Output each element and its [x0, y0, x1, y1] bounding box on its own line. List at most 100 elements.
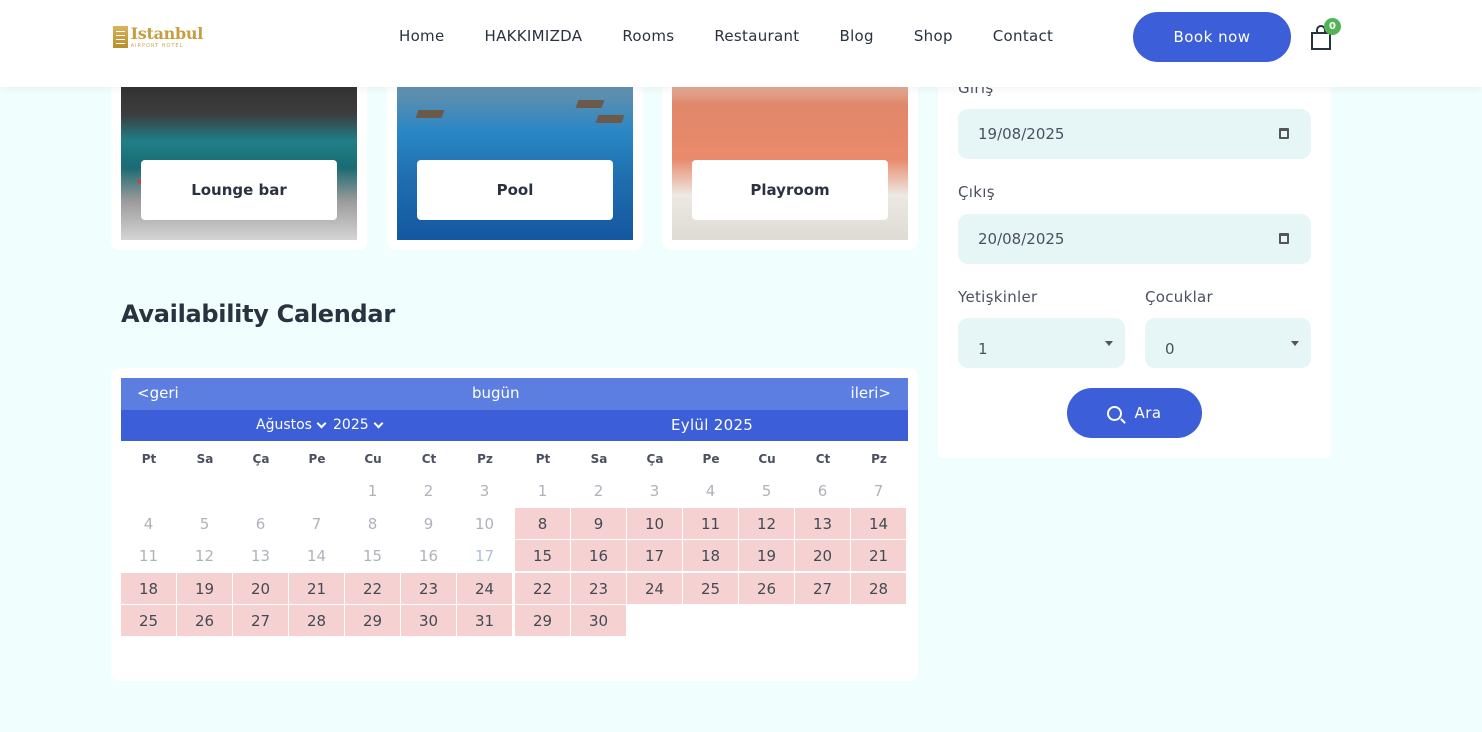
amenity-label: Pool [417, 160, 613, 220]
calendar-day[interactable]: 20 [795, 540, 850, 571]
calendar-day[interactable]: 27 [795, 573, 850, 604]
calendar-day[interactable]: 11 [121, 540, 176, 571]
calendar-day[interactable]: 23 [571, 573, 626, 604]
calendar-day[interactable]: 19 [177, 573, 232, 604]
calendar-day[interactable]: 2 [571, 475, 626, 506]
calendar-day[interactable]: 30 [401, 605, 456, 636]
calendar-day[interactable]: 13 [795, 508, 850, 539]
calendar-day[interactable]: 26 [177, 605, 232, 636]
calendar-day[interactable]: 7 [851, 475, 906, 506]
calendar-day[interactable]: 16 [401, 540, 456, 571]
calendar-month-bar: Ağustos 2025 Eylül 2025 [121, 410, 908, 441]
calendar-day[interactable]: 10 [627, 508, 682, 539]
calendar-day[interactable]: 22 [515, 573, 570, 604]
caret-down-icon [1291, 341, 1299, 346]
calendar-day[interactable]: 24 [457, 573, 512, 604]
calendar-next-link[interactable]: ileri> [851, 384, 891, 402]
hotel-logo[interactable]: Istanbul AIRPORT HOTEL [113, 25, 203, 49]
calendar-day[interactable]: 10 [457, 508, 512, 539]
calendar-day[interactable]: 27 [233, 605, 288, 636]
calendar-day[interactable]: 24 [627, 573, 682, 604]
calendar-day[interactable]: 6 [233, 508, 288, 539]
calendar-day[interactable]: 31 [457, 605, 512, 636]
checkin-value: 19/08/2025 [978, 125, 1065, 143]
calendar-day[interactable]: 18 [683, 540, 738, 571]
nav-about[interactable]: HAKKIMIZDA [485, 27, 583, 45]
calendar-day[interactable]: 21 [289, 573, 344, 604]
calendar-day[interactable]: 18 [121, 573, 176, 604]
weekday-header: Ça [252, 452, 270, 466]
amenity-card-lounge-bar[interactable]: Lounge bar [111, 60, 367, 250]
logo-subtitle: AIRPORT HOTEL [130, 42, 184, 49]
calendar-day[interactable]: 15 [515, 540, 570, 571]
checkout-label: Çıkış [958, 183, 995, 201]
book-now-button[interactable]: Book now [1133, 12, 1291, 62]
amenity-card-playroom[interactable]: Playroom [662, 60, 918, 250]
calendar-day[interactable]: 29 [515, 605, 570, 636]
calendar-day[interactable]: 17 [627, 540, 682, 571]
calendar-day[interactable]: 8 [345, 508, 400, 539]
calendar-day[interactable]: 5 [739, 475, 794, 506]
calendar-day[interactable]: 29 [345, 605, 400, 636]
nav-contact[interactable]: Contact [993, 27, 1053, 45]
calendar-day[interactable]: 25 [683, 573, 738, 604]
calendar-day[interactable]: 12 [739, 508, 794, 539]
children-select[interactable]: 0 [1145, 318, 1311, 368]
month-select[interactable]: Ağustos [256, 417, 327, 433]
calendar-day[interactable]: 2 [401, 475, 456, 506]
calendar-day[interactable]: 8 [515, 508, 570, 539]
calendar-day[interactable]: 12 [177, 540, 232, 571]
calendar-day[interactable]: 15 [345, 540, 400, 571]
checkout-date-field[interactable]: 20/08/2025 [958, 214, 1311, 264]
calendar-day[interactable]: 25 [121, 605, 176, 636]
calendar-day[interactable]: 9 [401, 508, 456, 539]
calendar-day[interactable]: 17 [457, 540, 512, 571]
nav-rooms[interactable]: Rooms [622, 27, 674, 45]
calendar-day[interactable]: 11 [683, 508, 738, 539]
calendar-day[interactable]: 3 [627, 475, 682, 506]
calendar-day[interactable]: 5 [177, 508, 232, 539]
amenity-label: Lounge bar [141, 160, 337, 220]
calendar-icon [1279, 128, 1289, 139]
calendar-day[interactable]: 4 [683, 475, 738, 506]
children-value: 0 [1165, 340, 1175, 358]
calendar-day[interactable]: 20 [233, 573, 288, 604]
nav-restaurant[interactable]: Restaurant [714, 27, 799, 45]
calendar-day[interactable]: 23 [401, 573, 456, 604]
checkin-date-field[interactable]: 19/08/2025 [958, 109, 1311, 159]
calendar-day[interactable]: 14 [289, 540, 344, 571]
calendar-day[interactable]: 13 [233, 540, 288, 571]
adults-select[interactable]: 1 [958, 318, 1125, 368]
calendar-day[interactable]: 6 [795, 475, 850, 506]
amenity-card-pool[interactable]: Pool [387, 60, 643, 250]
calendar-day[interactable]: 4 [121, 508, 176, 539]
nav-blog[interactable]: Blog [839, 27, 873, 45]
year-select[interactable]: 2025 [333, 417, 384, 433]
calendar-day[interactable]: 19 [739, 540, 794, 571]
weekday-header: Pe [308, 452, 326, 466]
search-button[interactable]: Ara [1067, 388, 1202, 438]
calendar-day[interactable]: 28 [289, 605, 344, 636]
weekday-header: Ça [646, 452, 664, 466]
adults-value: 1 [978, 340, 988, 358]
calendar-day[interactable]: 9 [571, 508, 626, 539]
calendar-day[interactable]: 3 [457, 475, 512, 506]
nav-home[interactable]: Home [399, 27, 445, 45]
calendar-day[interactable]: 7 [289, 508, 344, 539]
nav-shop[interactable]: Shop [914, 27, 953, 45]
calendar-day[interactable]: 22 [345, 573, 400, 604]
children-label: Çocuklar [1145, 288, 1214, 306]
calendar-day[interactable]: 1 [515, 475, 570, 506]
calendar-day[interactable]: 21 [851, 540, 906, 571]
calendar-day[interactable]: 1 [345, 475, 400, 506]
weekday-header: Cu [758, 452, 776, 466]
calendar-prev-link[interactable]: <geri [137, 384, 179, 402]
calendar-day[interactable]: 30 [571, 605, 626, 636]
logo-title: Istanbul [130, 23, 204, 43]
calendar-today-link[interactable]: bugün [472, 384, 520, 402]
calendar-day[interactable]: 16 [571, 540, 626, 571]
weekday-header: Sa [590, 452, 608, 466]
calendar-day[interactable]: 26 [739, 573, 794, 604]
calendar-day[interactable]: 14 [851, 508, 906, 539]
calendar-day[interactable]: 28 [851, 573, 906, 604]
